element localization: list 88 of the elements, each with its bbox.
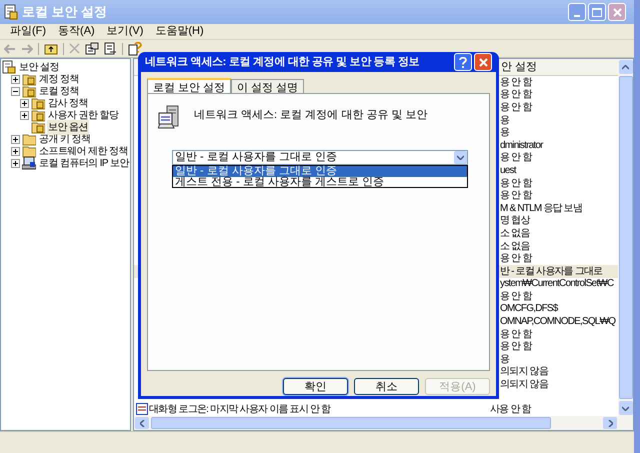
- window-title: 로컬 보안 설정: [22, 3, 108, 22]
- table-cell-text: 용 안 함: [500, 290, 532, 304]
- collapse-icon[interactable]: [11, 86, 20, 96]
- dialog-button[interactable]: 취소: [354, 378, 419, 395]
- dialog-button[interactable]: 확인: [283, 378, 348, 395]
- tree-item[interactable]: 감사 정책: [47, 96, 89, 110]
- table-cell-text: 용 안 함: [500, 328, 532, 342]
- tree-item[interactable]: 보안 옵션: [47, 120, 89, 134]
- table-cell-text: 용: [500, 352, 510, 366]
- close-icon: [612, 8, 622, 16]
- computer-icon: [22, 156, 36, 170]
- folder-icon: [22, 132, 36, 146]
- computer-policy-icon: [158, 105, 180, 131]
- dropdown-option[interactable]: 일반 - 로컬 사용자를 그대로 인증: [173, 166, 467, 176]
- expand-icon[interactable]: [11, 74, 20, 84]
- dialog-title: 네트워크 액세스: 로컬 계정에 대한 공유 및 보안 등록 정보: [145, 54, 420, 70]
- tree-item[interactable]: 로컬 컴퓨터의 IP 보안: [38, 156, 130, 170]
- help-button[interactable]: [454, 53, 472, 71]
- close-button[interactable]: [474, 53, 492, 71]
- tab[interactable]: 로컬 보안 설정: [147, 78, 232, 94]
- export-list-icon[interactable]: [104, 42, 117, 55]
- table-cell-text: 용 안 함: [500, 88, 532, 102]
- scroll-up-icon[interactable]: [622, 64, 629, 70]
- expand-icon[interactable]: [20, 110, 29, 120]
- folder-up-icon[interactable]: [44, 42, 58, 54]
- table-cell-text: OMCFG,DFS$: [500, 302, 558, 316]
- maximize-button[interactable]: [588, 3, 606, 21]
- table-cell-text: 명 협상: [500, 214, 530, 228]
- close-icon: [478, 58, 488, 66]
- table-cell-text: 의되지 않음: [500, 378, 548, 392]
- scroll-left-icon[interactable]: [140, 420, 144, 426]
- policy-icon: [136, 403, 148, 416]
- table-cell-text: 용 안 함: [500, 76, 532, 90]
- table-cell-text: 용 안 함: [500, 100, 532, 115]
- table-cell-text: 용 안 함: [500, 340, 532, 354]
- locked-folder-icon: [31, 108, 45, 122]
- table-cell-text: uest: [500, 164, 516, 178]
- menu-item[interactable]: 파일(F): [4, 23, 52, 40]
- close-button[interactable]: [608, 3, 626, 21]
- table-cell-text: 반 - 로컬 사용자를 그대로: [500, 264, 602, 278]
- table-cell-text: 용 안 함: [500, 252, 532, 266]
- security-settings-icon: [4, 4, 18, 20]
- expand-icon[interactable]: [11, 146, 20, 156]
- table-cell-text: dministrator: [500, 138, 543, 152]
- horizontal-scrollbar[interactable]: [134, 416, 618, 430]
- table-cell-text: ystem₩CurrentControlSet₩C: [500, 277, 614, 292]
- scroll-down-icon[interactable]: [622, 406, 629, 410]
- table-cell-text: 용 안 함: [500, 176, 532, 190]
- maximize-icon: [592, 8, 602, 16]
- tree-item[interactable]: 계정 정책: [38, 72, 80, 86]
- tree-item[interactable]: 로컬 정책: [38, 84, 80, 98]
- locked-folder-icon: [22, 72, 36, 86]
- table-cell-text: 사용 안 함: [489, 402, 531, 417]
- scroll-right-icon[interactable]: [608, 420, 612, 426]
- locked-folder-icon: [22, 84, 36, 98]
- tree-item[interactable]: 사용자 권한 할당: [47, 108, 120, 122]
- minimize-button[interactable]: [568, 3, 586, 21]
- folder-icon: [22, 144, 36, 158]
- tree-item[interactable]: 소프트웨어 제한 정책: [38, 144, 129, 158]
- question-mark-icon: [459, 56, 467, 68]
- table-cell-text: 용 안 함: [500, 189, 532, 204]
- table-cell-text: 의되지 않음: [500, 365, 548, 380]
- menu-item[interactable]: 동작(A): [52, 23, 101, 40]
- properties-icon[interactable]: [85, 42, 99, 55]
- menu-item[interactable]: 보기(V): [100, 23, 150, 40]
- table-cell-text: 용 안 함: [500, 151, 532, 166]
- table-cell-text: OMNAP,COMNODE,SQL₩Q: [500, 315, 616, 330]
- dropdown[interactable]: 일반 - 로컬 사용자를 그대로 인증: [172, 150, 468, 165]
- expand-icon[interactable]: [11, 158, 20, 168]
- table-cell-text: 용: [500, 126, 510, 140]
- table-cell-text: 소 없음: [500, 240, 530, 254]
- expand-icon[interactable]: [20, 98, 29, 108]
- tree-item[interactable]: 보안 설정: [18, 60, 60, 74]
- policy-name: 네트워크 액세스: 로컬 계정에 대한 공유 및 보안: [194, 108, 428, 123]
- help-icon[interactable]: [128, 42, 142, 56]
- locked-folder-icon: [31, 120, 45, 134]
- dropdown-option[interactable]: 게스트 전용 - 로컬 사용자를 게스트로 인증: [173, 176, 467, 187]
- expand-icon[interactable]: [11, 134, 20, 144]
- table-cell-text: 용: [500, 114, 510, 128]
- tree-item[interactable]: 공개 키 정책: [38, 132, 92, 146]
- menu-item[interactable]: 도움말(H): [149, 23, 210, 40]
- table-cell-text: 소 없음: [500, 226, 530, 241]
- table-cell-text: 대화형 로그온: 마지막 사용자 이름 표시 안 함: [149, 402, 330, 417]
- minimize-icon: [574, 15, 580, 17]
- vertical-scrollbar[interactable]: [618, 59, 633, 430]
- table-cell-text: M & NTLM 응답 보냄: [500, 202, 582, 216]
- tab[interactable]: 이 설정 설명: [231, 79, 304, 93]
- locked-folder-icon: [31, 96, 45, 110]
